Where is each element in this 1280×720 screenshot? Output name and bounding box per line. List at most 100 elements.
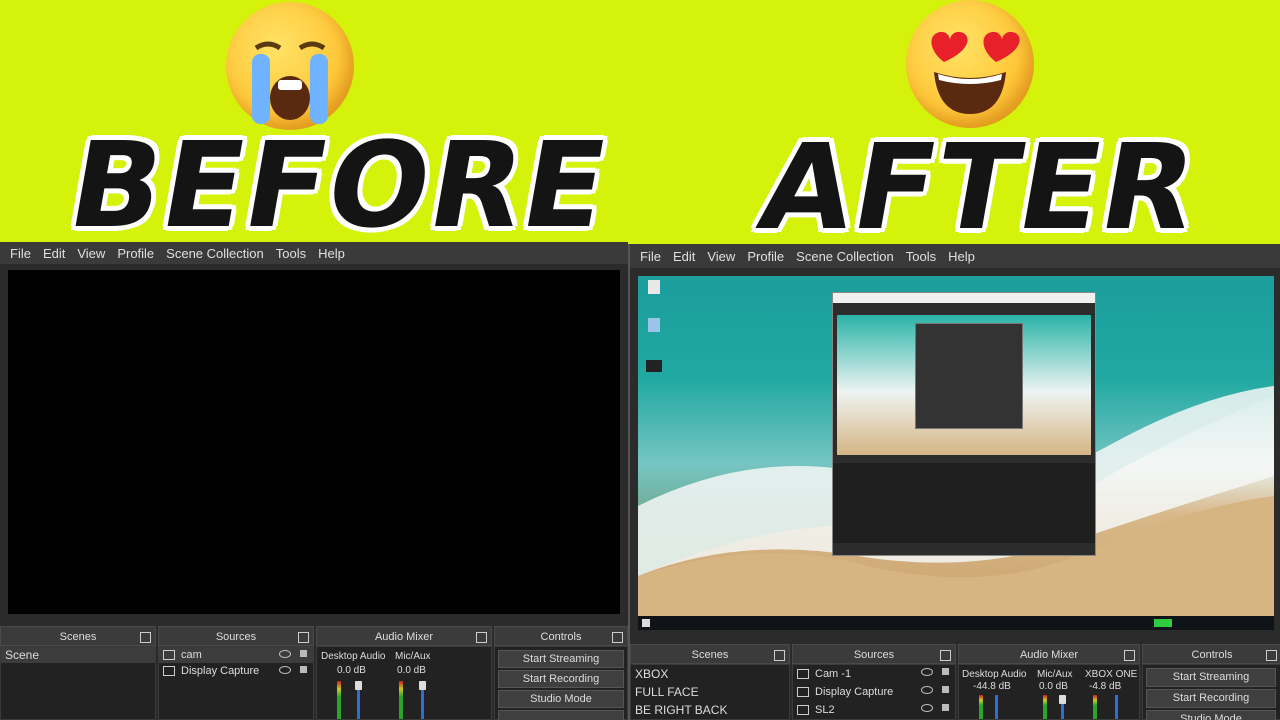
menu-help[interactable]: Help	[318, 246, 345, 261]
mixer-channel-db: -4.8 dB	[1089, 681, 1122, 692]
mixer-dock-header: Audio Mixer	[316, 626, 492, 646]
source-label: Display Capture	[181, 665, 260, 677]
nested-inner-window	[915, 323, 1023, 429]
after-title: AFTER	[749, 118, 1209, 256]
undock-icon[interactable]	[1124, 650, 1135, 661]
menu-profile[interactable]: Profile	[747, 249, 784, 264]
menu-help[interactable]: Help	[948, 249, 975, 264]
controls-dock-header: Controls	[1142, 644, 1280, 664]
mixer-dock-title: Audio Mixer	[1019, 649, 1079, 661]
source-label: Cam -1	[815, 668, 852, 680]
sources-dock-title: Sources	[853, 649, 895, 661]
list-icon	[797, 669, 809, 680]
battery-icon	[1154, 619, 1172, 627]
lock-icon[interactable]	[942, 668, 949, 675]
preview-canvas[interactable]	[638, 276, 1274, 618]
menu-file[interactable]: File	[640, 249, 661, 264]
start-streaming-button[interactable]: Start Streaming	[498, 650, 624, 668]
monitor-icon	[797, 687, 809, 698]
mixer-channel-db: 0.0 dB	[1039, 681, 1068, 692]
volume-knob[interactable]	[419, 681, 426, 690]
scene-item[interactable]: FULL FACE	[631, 683, 789, 701]
windows-taskbar	[638, 616, 1274, 630]
volume-knob[interactable]	[1059, 695, 1066, 704]
lock-icon[interactable]	[300, 650, 307, 657]
undock-icon[interactable]	[774, 650, 785, 661]
undock-icon[interactable]	[298, 632, 309, 643]
windows-start-icon[interactable]	[642, 619, 650, 627]
camera-icon	[797, 705, 809, 716]
volume-slider[interactable]	[1115, 695, 1118, 719]
obs-window-after: File Edit View Profile Scene Collection …	[628, 244, 1280, 720]
audio-mixer: Desktop Audio 0.0 dB Mic/Aux 0.0 dB	[316, 646, 492, 720]
eye-icon[interactable]	[921, 686, 933, 694]
eye-icon[interactable]	[921, 668, 933, 676]
menu-file[interactable]: File	[10, 246, 31, 261]
controls-dock-title: Controls	[1191, 649, 1233, 661]
lock-icon[interactable]	[942, 686, 949, 693]
mixer-dock-title: Audio Mixer	[374, 631, 434, 643]
scenes-dock-title: Scenes	[691, 649, 729, 661]
undock-icon[interactable]	[940, 650, 951, 661]
volume-meter	[399, 681, 403, 719]
menu-scene-collection[interactable]: Scene Collection	[166, 246, 264, 261]
eye-icon[interactable]	[921, 704, 933, 712]
preview-canvas[interactable]	[8, 270, 620, 614]
source-item[interactable]: Cam -1	[793, 665, 955, 683]
nested-docks	[833, 463, 1095, 543]
mixer-channel-name: Desktop Audio	[321, 651, 386, 662]
menu-scene-collection[interactable]: Scene Collection	[796, 249, 894, 264]
scene-item[interactable]: XBOX	[631, 665, 789, 683]
mixer-channel-name: Mic/Aux	[395, 651, 431, 662]
mixer-dock-header: Audio Mixer	[958, 644, 1140, 664]
heart-eyes-emoji	[906, 0, 1034, 128]
start-streaming-button[interactable]: Start Streaming	[1146, 668, 1276, 687]
sources-list: Cam -1 Display Capture SL2	[792, 664, 956, 720]
source-label: SL2	[815, 704, 835, 716]
lock-icon[interactable]	[300, 666, 307, 673]
sources-dock-header: Sources	[158, 626, 314, 646]
mixer-channel-name: Desktop Audio	[962, 669, 1027, 680]
start-recording-button[interactable]: Start Recording	[498, 670, 624, 688]
studio-mode-button[interactable]: Studio Mode	[1146, 710, 1276, 720]
volume-meter	[979, 695, 983, 719]
scene-item[interactable]: BE RIGHT BACK	[631, 701, 789, 719]
sources-dock-header: Sources	[792, 644, 956, 664]
controls-dock-title: Controls	[540, 631, 582, 643]
mixer-channel-db: -44.8 dB	[973, 681, 1011, 692]
menu-view[interactable]: View	[707, 249, 735, 264]
menu-tools[interactable]: Tools	[906, 249, 936, 264]
eye-icon[interactable]	[279, 650, 291, 658]
undock-icon[interactable]	[1266, 650, 1277, 661]
nested-title-bar	[833, 293, 1095, 303]
sources-dock-title: Sources	[215, 631, 257, 643]
volume-slider[interactable]	[995, 695, 998, 719]
sources-list: cam Display Capture	[158, 646, 314, 720]
menu-tools[interactable]: Tools	[276, 246, 306, 261]
source-item[interactable]: Display Capture	[793, 683, 955, 701]
menu-edit[interactable]: Edit	[43, 246, 65, 261]
lock-icon[interactable]	[942, 704, 949, 711]
source-item[interactable]: cam	[159, 647, 313, 663]
controls-dock-header: Controls	[494, 626, 628, 646]
menu-edit[interactable]: Edit	[673, 249, 695, 264]
undock-icon[interactable]	[612, 632, 623, 643]
menu-view[interactable]: View	[77, 246, 105, 261]
monitor-icon	[163, 666, 175, 677]
menu-profile[interactable]: Profile	[117, 246, 154, 261]
source-item[interactable]: Display Capture	[159, 663, 313, 679]
audio-mixer: Desktop Audio -44.8 dB Mic/Aux 0.0 dB XB…	[958, 664, 1140, 720]
scenes-dock-header: Scenes	[0, 626, 156, 646]
undock-icon[interactable]	[476, 632, 487, 643]
scene-item[interactable]: Scene	[1, 647, 155, 663]
source-item[interactable]: SL2	[793, 701, 955, 719]
studio-mode-button[interactable]: Studio Mode	[498, 690, 624, 708]
volume-knob[interactable]	[355, 681, 362, 690]
undock-icon[interactable]	[140, 632, 151, 643]
source-label: cam	[181, 649, 202, 661]
mixer-channel-db: 0.0 dB	[397, 665, 426, 676]
eye-icon[interactable]	[279, 666, 291, 674]
settings-button[interactable]	[498, 710, 624, 720]
mixer-channel-name: Mic/Aux	[1037, 669, 1073, 680]
start-recording-button[interactable]: Start Recording	[1146, 689, 1276, 708]
